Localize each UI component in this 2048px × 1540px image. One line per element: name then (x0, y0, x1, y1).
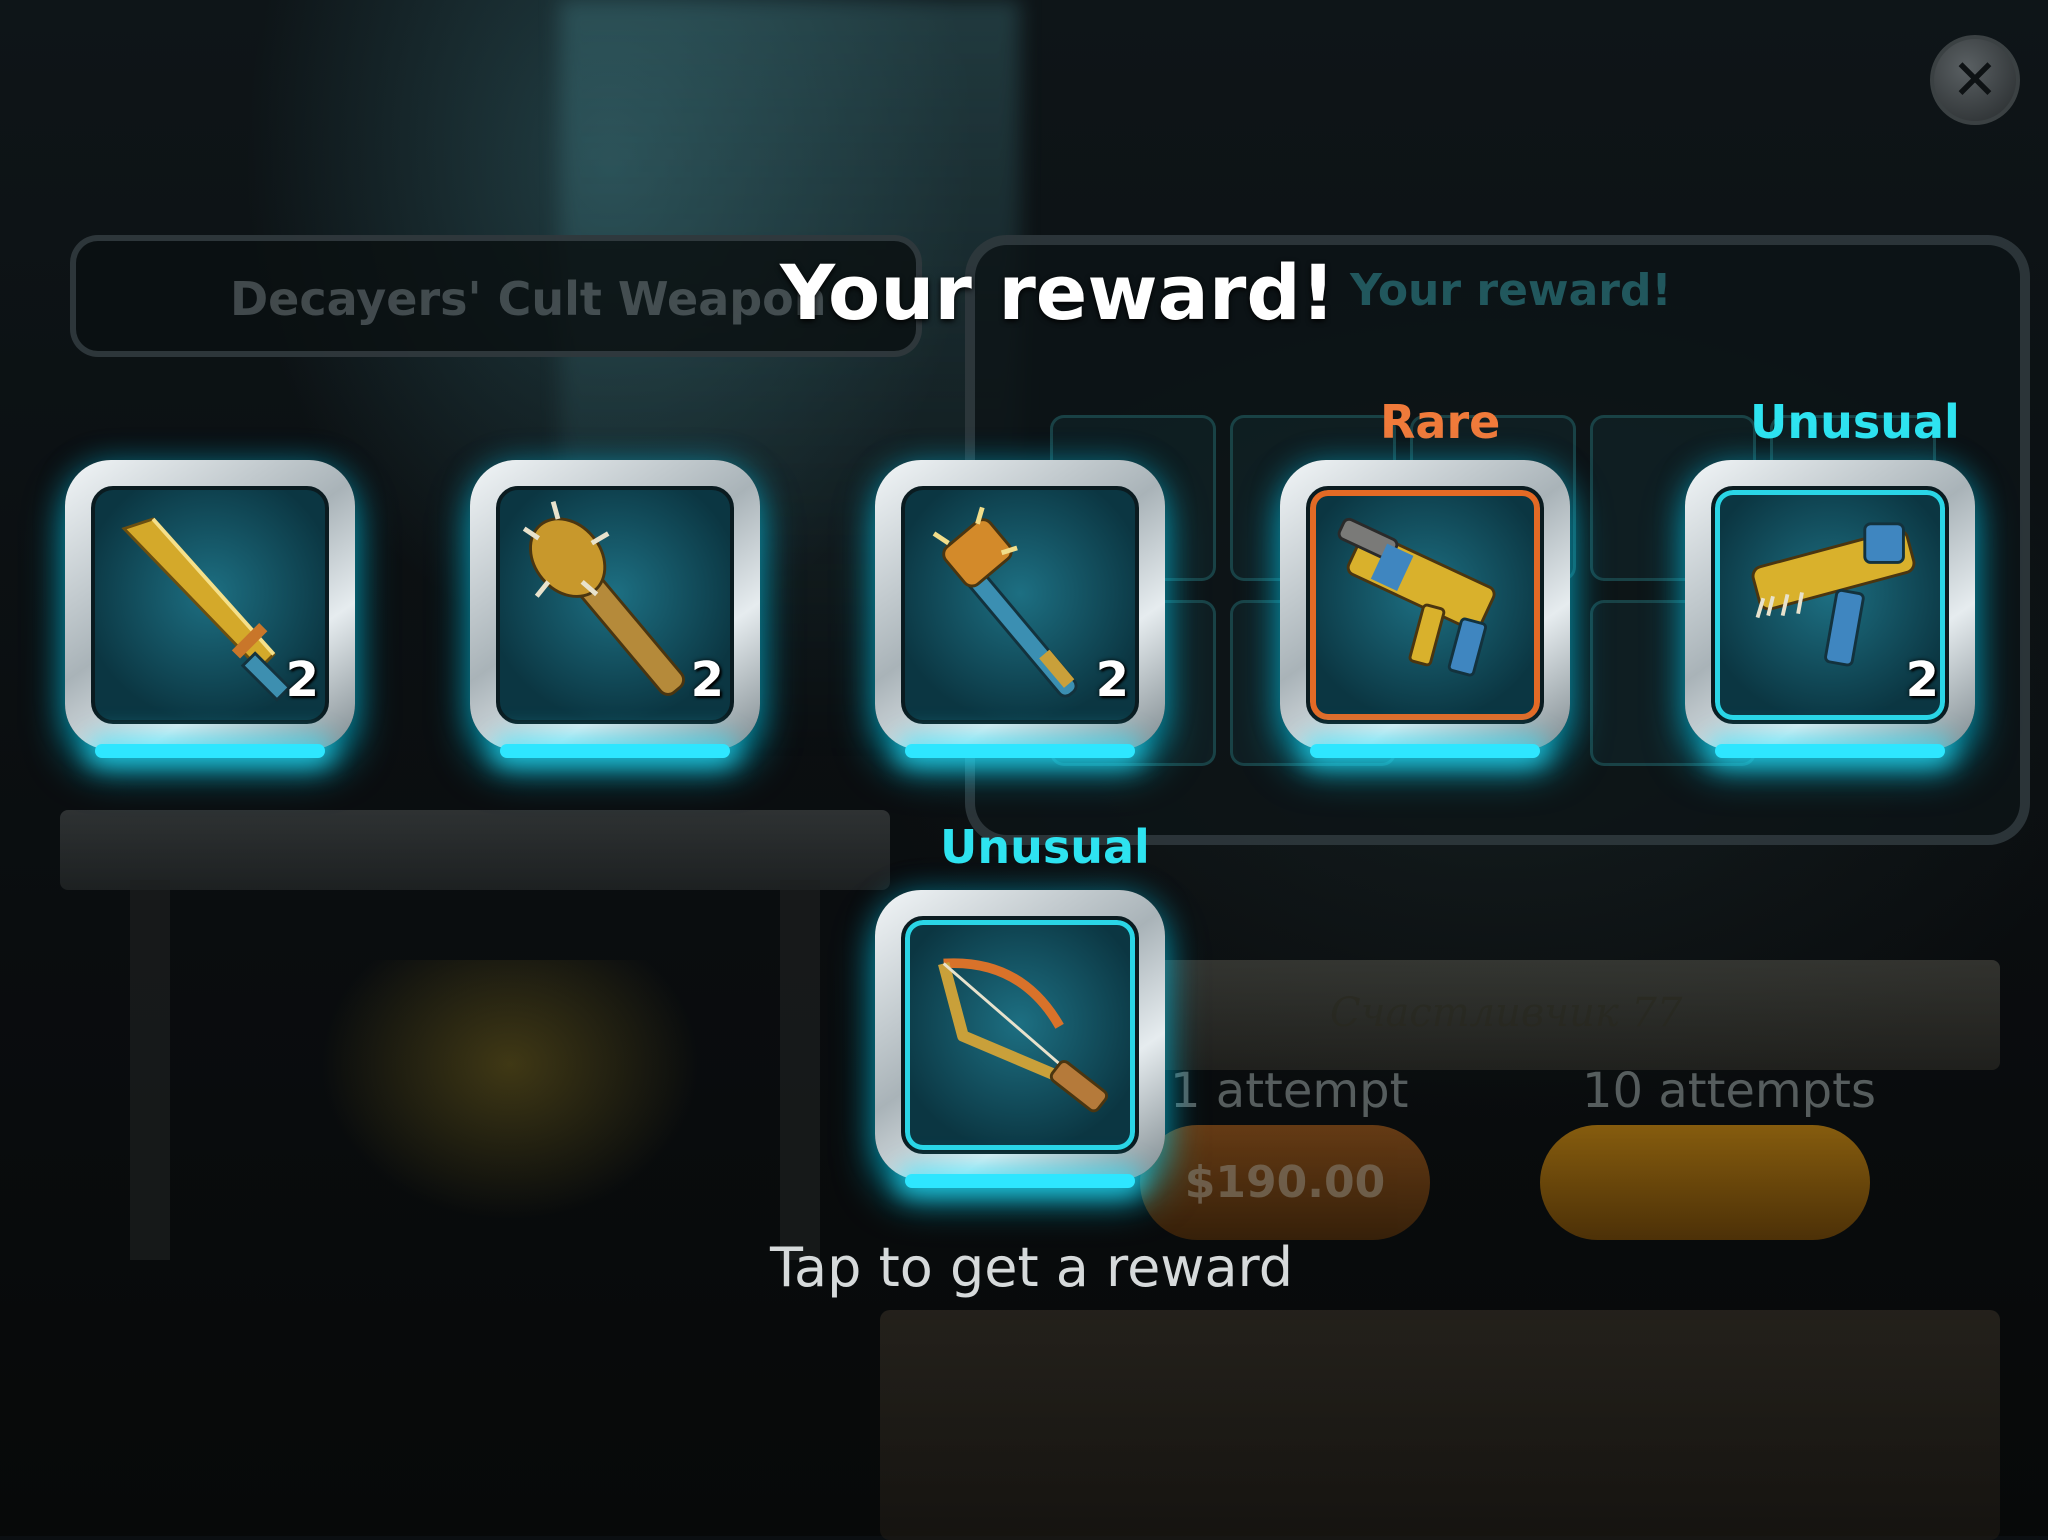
background-right-panel-title: Your reward! (1350, 265, 1672, 316)
submachine-gun-icon (1337, 517, 1496, 677)
reward-count: 2 (1905, 652, 1939, 708)
background-table-leg (130, 880, 170, 1260)
card-screen (901, 916, 1139, 1154)
card-glow (905, 1174, 1135, 1188)
rarity-label-rare: Rare (1380, 395, 1501, 449)
reward-card-crossbow[interactable] (875, 890, 1165, 1188)
close-button[interactable]: ✕ (1930, 35, 2020, 125)
rarity-label-unusual: Unusual (1750, 395, 1960, 449)
reward-card-spiked-pistol[interactable]: 2 (1685, 460, 1975, 758)
card-screen (1306, 486, 1544, 724)
reward-count: 2 (285, 652, 319, 708)
background-crate-label: Счастливчик 77 (1330, 990, 1683, 1036)
reward-card-spiked-club[interactable]: 2 (470, 460, 760, 758)
background-ten-attempts-button (1540, 1125, 1870, 1240)
reward-title: Your reward! (780, 248, 1336, 337)
card-glow (1715, 744, 1945, 758)
background-crate (880, 1310, 2000, 1540)
crossbow-icon (938, 958, 1109, 1113)
reward-card-machete[interactable]: 2 (65, 460, 355, 758)
background-ten-attempts-label: 10 attempts (1582, 1063, 1876, 1119)
close-icon: ✕ (1951, 47, 1999, 113)
reward-card-submachine-gun[interactable] (1280, 460, 1570, 758)
card-glow (95, 744, 325, 758)
rarity-label-unusual: Unusual (940, 820, 1150, 874)
reward-card-spiked-mace[interactable]: 2 (875, 460, 1165, 758)
background-one-attempt-label: 1 attempt (1170, 1063, 1409, 1119)
background-table-leg (780, 880, 820, 1260)
background-left-panel-title: Decayers' Cult Weapon (230, 272, 827, 326)
reward-count: 2 (1095, 652, 1129, 708)
background-price: $190.00 (1184, 1157, 1386, 1208)
background-table (60, 810, 890, 890)
background-price-button: $190.00 (1140, 1125, 1430, 1240)
card-glow (905, 744, 1135, 758)
reward-count: 2 (690, 652, 724, 708)
tap-to-get-reward-hint[interactable]: Tap to get a reward (770, 1236, 1293, 1299)
background-machine (320, 960, 700, 1220)
card-glow (500, 744, 730, 758)
card-glow (1310, 744, 1540, 758)
